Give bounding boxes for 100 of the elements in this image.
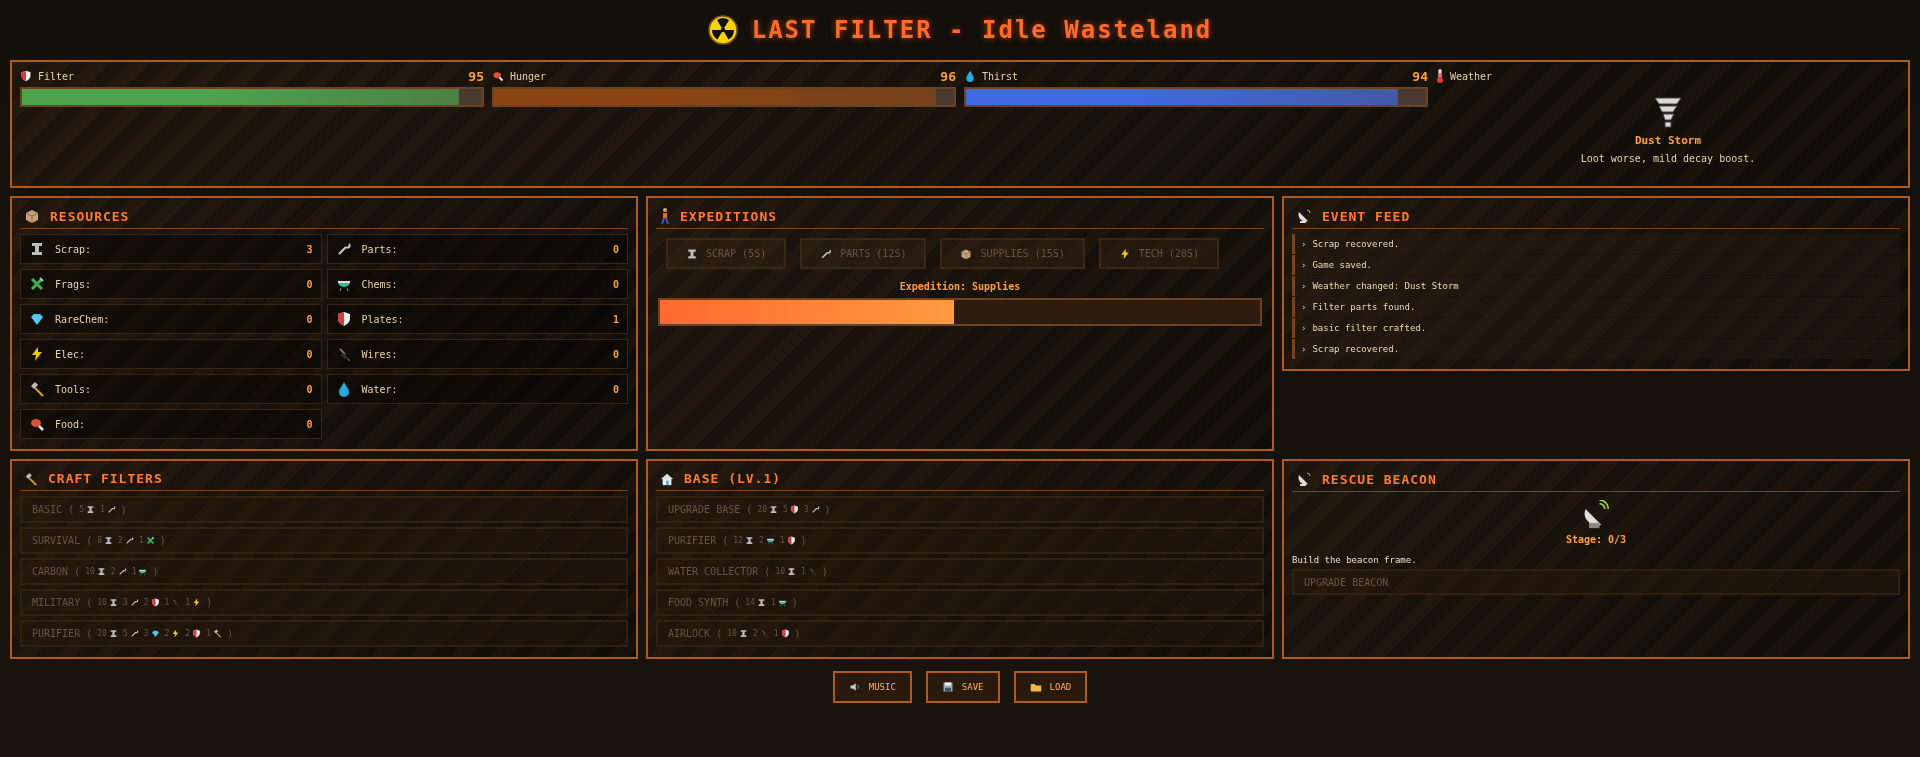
resource-label: Scrap: — [55, 243, 92, 255]
i-beam-icon — [86, 505, 95, 514]
stat-label: Hunger — [510, 70, 547, 82]
resource-label: Parts: — [361, 243, 398, 255]
hammer-icon — [29, 381, 45, 397]
lightning-icon — [171, 629, 181, 638]
resource-value: 0 — [306, 383, 313, 395]
resource-value: 1 — [612, 313, 619, 325]
box-icon — [24, 208, 40, 224]
walking-person-icon — [660, 208, 670, 224]
weather-name: Dust Storm — [1634, 134, 1702, 147]
beacon-stage: Stage: 0/3 — [1565, 534, 1627, 545]
i-beam-icon — [768, 505, 778, 514]
droplet-icon — [964, 70, 976, 82]
chevron-marker: › — [1301, 323, 1307, 333]
resource-value: 0 — [306, 278, 313, 290]
lightning-icon — [29, 346, 45, 362]
i-beam-icon — [108, 629, 118, 638]
resource-label: Wires: — [361, 348, 398, 360]
speaker-icon — [848, 681, 861, 693]
resource-label: Elec: — [55, 348, 86, 360]
resource-value: 3 — [306, 243, 313, 255]
lightning-icon — [1118, 247, 1131, 260]
app-title: LAST FILTER - Idle Wasteland — [751, 16, 1213, 44]
stat-label: Filter — [38, 70, 75, 82]
resource-value: 0 — [612, 348, 619, 360]
beacon-description: Build the beacon frame. — [1292, 555, 1418, 565]
feed-text: Game saved. — [1312, 260, 1373, 270]
hammer-icon — [24, 471, 38, 486]
shield-icon — [789, 505, 799, 514]
panel-title: RESOURCES — [50, 208, 130, 224]
music-button[interactable]: MUSIC — [832, 671, 912, 703]
satellite-dish-icon — [1296, 208, 1312, 224]
i-beam-icon — [104, 536, 114, 545]
flask-icon — [138, 567, 148, 576]
meat-icon — [492, 70, 504, 82]
shield-icon — [192, 629, 202, 638]
i-beam-icon — [686, 247, 698, 260]
shield-icon — [20, 70, 32, 82]
lightning-icon — [192, 598, 202, 607]
flask-icon — [777, 598, 787, 607]
box-icon — [960, 247, 973, 260]
resource-label: Chems: — [361, 278, 398, 290]
stat-value: 94 — [1412, 68, 1428, 84]
resource-value: 0 — [306, 313, 313, 325]
thermometer-icon — [1436, 69, 1444, 83]
feed-text: Scrap recovered. — [1312, 239, 1400, 249]
stat-label: Thirst — [982, 70, 1019, 82]
i-beam-icon — [108, 598, 118, 607]
i-beam-icon — [744, 536, 754, 545]
chevron-marker: › — [1301, 260, 1307, 270]
i-beam-icon — [738, 629, 748, 638]
feed-text: Weather changed: Dust Storm — [1312, 281, 1459, 291]
house-icon — [660, 471, 674, 486]
panel-title: EXPEDITIONS — [680, 208, 778, 224]
resource-value: 0 — [612, 383, 619, 395]
resource-value: 0 — [306, 348, 313, 360]
satellite-dish-icon — [1582, 500, 1610, 530]
stat-value: 95 — [468, 68, 484, 84]
resource-value: 0 — [612, 278, 619, 290]
flask-icon — [765, 536, 775, 545]
load-button[interactable]: LOAD — [1013, 671, 1088, 703]
satellite-dish-icon — [1296, 471, 1312, 487]
shield-icon — [786, 536, 796, 545]
save-button[interactable]: SAVE — [925, 671, 1000, 703]
gem-icon — [29, 311, 45, 327]
resource-label: Frags: — [55, 278, 92, 290]
resource-value: 0 — [306, 418, 313, 430]
feed-text: Scrap recovered. — [1312, 344, 1400, 354]
gem-icon — [150, 629, 160, 638]
chevron-marker: › — [1301, 344, 1307, 354]
i-beam-icon — [787, 567, 796, 576]
chevron-marker: › — [1301, 239, 1307, 249]
shield-icon — [335, 311, 352, 327]
tornado-icon — [1653, 94, 1683, 128]
expedition-status: Expedition: Supplies — [898, 281, 1022, 292]
resource-value: 0 — [612, 243, 619, 255]
folder-icon — [1029, 681, 1042, 693]
weather-description: Loot worse, mild decay boost. — [1580, 153, 1756, 164]
hammer-icon — [213, 629, 222, 638]
radiation-icon — [707, 15, 738, 45]
resource-label: Plates: — [361, 313, 404, 325]
stat-value: 96 — [940, 68, 956, 84]
panel-title: RESCUE BEACON — [1322, 471, 1437, 487]
panel-title: BASE (LV.1) — [684, 471, 782, 486]
resource-label: RareChem: — [55, 313, 110, 325]
i-beam-icon — [756, 598, 766, 607]
resource-label: Water: — [361, 383, 398, 395]
panel-title: EVENT FEED — [1322, 208, 1411, 224]
resource-label: Food: — [55, 418, 86, 430]
feed-text: basic filter crafted. — [1312, 323, 1427, 333]
panel-title: CRAFT FILTERS — [48, 471, 163, 486]
chevron-marker: › — [1301, 302, 1307, 312]
meat-icon — [29, 416, 45, 432]
chevron-marker: › — [1301, 281, 1307, 291]
i-beam-icon — [96, 567, 106, 576]
resource-label: Tools: — [55, 383, 92, 395]
shield-icon — [150, 598, 160, 607]
feed-text: Filter parts found. — [1312, 302, 1416, 312]
i-beam-icon — [29, 241, 45, 257]
